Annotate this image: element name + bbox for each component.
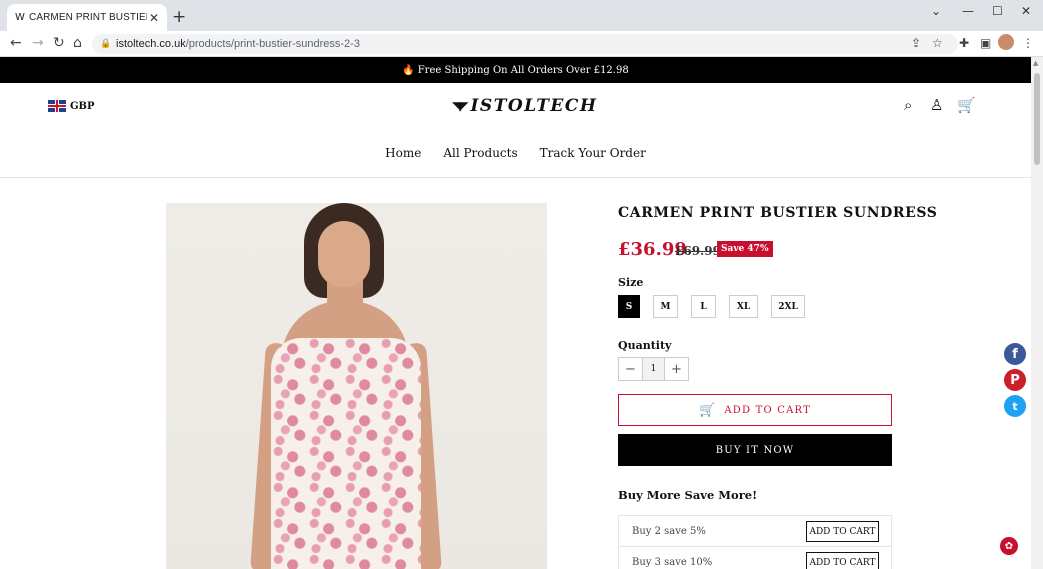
buy-it-now-button[interactable]: BUY IT NOW [618,434,892,466]
side-panel-icon[interactable]: ▣ [980,36,991,50]
account-icon[interactable]: ♙ [930,96,943,114]
bundle-title: Buy More Save More! [618,488,758,502]
menu-icon[interactable]: ⋮ [1022,36,1034,50]
bundle-offer-label: Buy 2 save 5% [632,525,706,537]
bundle-add-to-cart-button[interactable]: ADD TO CART [806,552,879,569]
nav-home[interactable]: Home [385,146,421,160]
announcement-bar: 🔥 Free Shipping On All Orders Over £12.9… [0,57,1031,83]
save-badge: Save 47% [717,241,773,257]
twitter-icon[interactable]: t [1004,395,1026,417]
forward-icon[interactable]: → [32,35,44,51]
reload-icon[interactable]: ↻ [53,35,65,51]
gift-icon[interactable]: ✿ [1000,537,1018,555]
browser-tab[interactable]: W CARMEN PRINT BUSTIER SUNDRESS ✕ [7,4,167,31]
favicon-icon: W [15,12,25,23]
announcement-text: Free Shipping On All Orders Over £12.98 [417,64,629,76]
close-tab-icon[interactable]: ✕ [147,11,161,25]
new-tab-icon[interactable]: + [172,7,186,27]
size-option-xl[interactable]: XL [729,295,758,318]
search-icon[interactable]: ⌕ [904,96,912,114]
logo-text: ISTOLTECH [470,96,598,116]
minimize-icon[interactable]: — [962,4,974,18]
fire-icon: 🔥 [402,64,415,76]
product-title: CARMEN PRINT BUSTIER SUNDRESS [618,205,938,221]
back-icon[interactable]: ← [10,35,22,51]
nav-all-products[interactable]: All Products [443,146,517,160]
scrollbar-thumb[interactable] [1034,73,1040,165]
facebook-icon[interactable]: f [1004,343,1026,365]
lock-icon: 🔒 [100,39,112,49]
bundle-offer-label: Buy 3 save 10% [632,556,713,568]
cart-icon[interactable]: 🛒 [957,96,976,114]
logo-mark-icon: ◥◤ [452,99,469,113]
tab-search-icon[interactable]: ⌄ [931,4,941,18]
header-divider [0,177,1031,178]
tab-title: CARMEN PRINT BUSTIER SUNDRESS [29,12,147,23]
quantity-label: Quantity [618,339,672,352]
product-image[interactable] [166,203,547,569]
site-logo[interactable]: ◥◤ ISTOLTECH [452,96,597,116]
uk-flag-icon [48,100,66,112]
floral-dress-graphic [271,338,421,569]
bundle-offer-row: Buy 3 save 10% ADD TO CART [619,547,891,569]
browser-tab-bar: W CARMEN PRINT BUSTIER SUNDRESS ✕ + ⌄ — … [0,0,1043,31]
size-option-2xl[interactable]: 2XL [771,295,805,318]
decrease-quantity-button[interactable]: − [619,358,642,380]
size-option-m[interactable]: M [653,295,678,318]
scroll-up-icon[interactable]: ▲ [1033,59,1038,67]
size-label: Size [618,276,644,289]
profile-avatar[interactable] [998,34,1014,50]
add-to-cart-button[interactable]: 🛒 ADD TO CART [618,394,892,426]
bookmark-star-icon[interactable]: ☆ [932,36,943,50]
quantity-input[interactable]: 1 [642,358,665,380]
currency-code: GBP [70,100,95,112]
url-field[interactable]: 🔒 istoltech.co.uk/products/print-bustier… [92,34,958,54]
quantity-stepper: − 1 + [618,357,689,381]
main-navigation: Home All Products Track Your Order [0,146,1031,160]
share-icon[interactable]: ⇪ [911,36,921,50]
increase-quantity-button[interactable]: + [665,358,688,380]
cart-icon: 🛒 [699,402,717,418]
bundle-offer-row: Buy 2 save 5% ADD TO CART [619,516,891,547]
url-path: /products/print-bustier-sundress-2-3 [185,38,360,50]
compare-price: £69.99 [675,244,721,258]
currency-selector[interactable]: GBP [48,100,95,112]
maximize-icon[interactable]: ☐ [992,4,1003,18]
size-option-l[interactable]: L [691,295,716,318]
extensions-icon[interactable]: ✚ [959,36,969,50]
pinterest-icon[interactable]: P [1004,369,1026,391]
bundle-offers: Buy 2 save 5% ADD TO CART Buy 3 save 10%… [618,515,892,569]
bundle-add-to-cart-button[interactable]: ADD TO CART [806,521,879,542]
address-bar-row: ← → ↻ ⌂ 🔒 istoltech.co.uk/products/print… [0,31,1043,57]
close-window-icon[interactable]: ✕ [1021,4,1031,18]
url-domain: istoltech.co.uk [116,38,186,50]
size-option-s[interactable]: S [618,295,640,318]
home-icon[interactable]: ⌂ [73,35,82,51]
nav-track-order[interactable]: Track Your Order [540,146,646,160]
page-scrollbar[interactable]: ▲ [1031,57,1043,569]
size-options: S M L XL 2XL [618,295,805,318]
